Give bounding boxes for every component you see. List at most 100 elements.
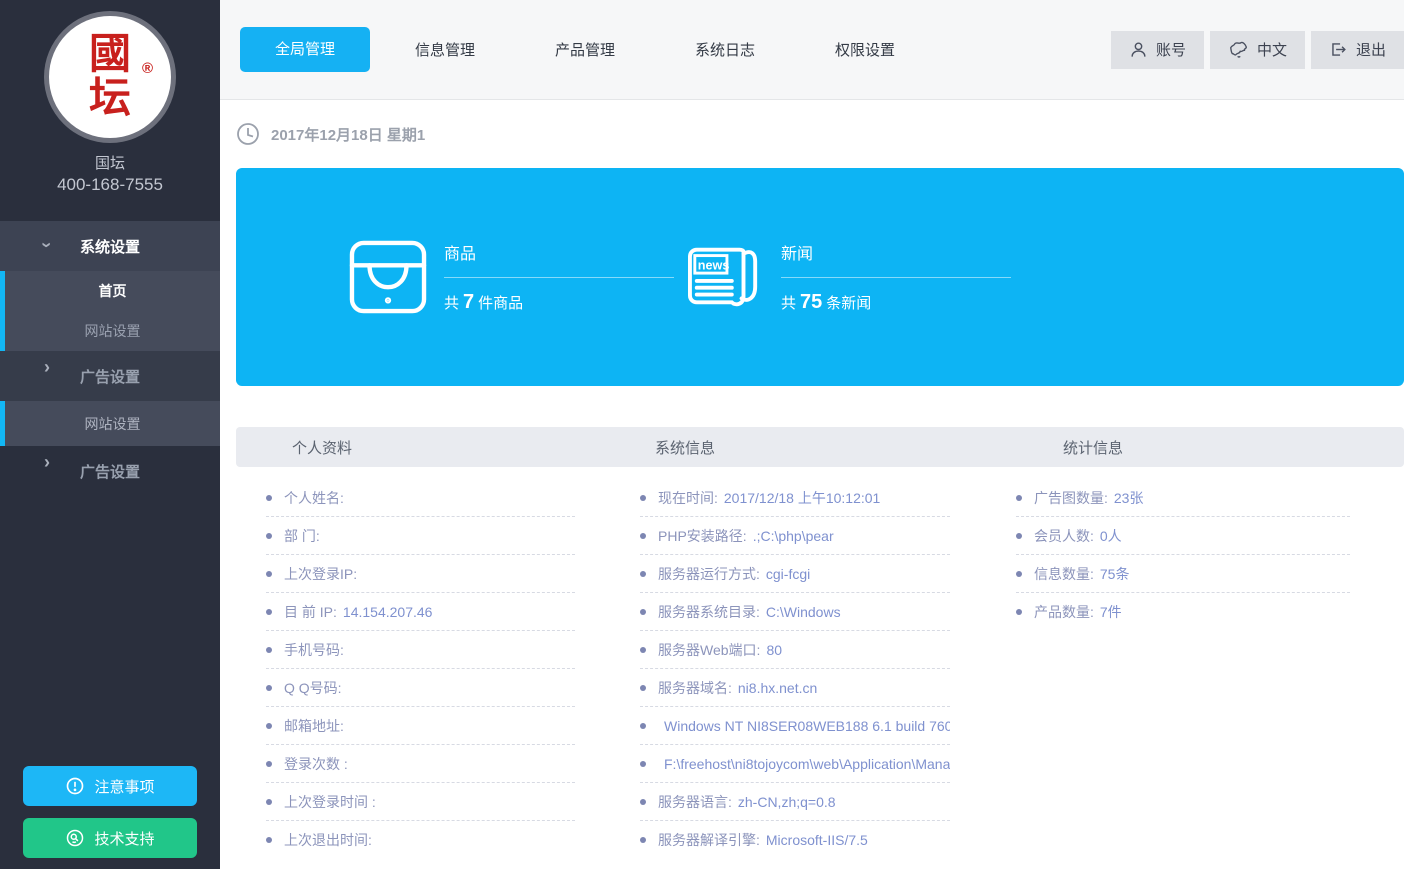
item-label: 产品数量: [1034,602,1094,622]
item-value: 23张 [1114,488,1144,508]
bullet-icon [640,761,646,767]
list-item: F:\freehost\ni8tojoycom\web\Application\… [640,745,950,783]
date-row: 2017年12月18日 星期1 [236,100,1404,168]
item-label: 服务器系统目录: [658,602,760,622]
logo-area: 國 坛 ® 国坛 400-168-7555 [0,0,220,195]
nav-tabs: 全局管理信息管理产品管理系统日志权限设置 [240,27,935,72]
content-area: 2017年12月18日 星期1 商品 共7件商品 [220,100,1404,869]
bullet-icon [266,837,272,843]
sidebar-item[interactable]: ›广告设置 [0,446,220,496]
brand-name: 国坛 [95,152,125,173]
item-label: 会员人数: [1034,526,1094,546]
account-button-label: 账号 [1156,39,1186,60]
item-label: 服务器语言: [658,792,732,812]
item-label: 上次登录IP: [284,564,357,584]
list-item: 服务器系统目录: C:\Windows [640,593,950,631]
bullet-icon [266,647,272,653]
list-item: 服务器Web端口:80 [640,631,950,669]
sidebar-item-label: 系统设置 [80,236,140,257]
bullet-icon [640,533,646,539]
support-button[interactable]: 技术支持 [23,818,197,858]
tab-item[interactable]: 产品管理 [515,39,655,60]
tab-active[interactable]: 全局管理 [240,27,370,72]
sidebar-item-label: 广告设置 [80,461,140,482]
logout-button[interactable]: 退出 [1311,31,1404,69]
bullet-icon [266,495,272,501]
sidebar-item[interactable]: ›广告设置 [0,351,220,401]
bullet-icon [640,609,646,615]
tab-item[interactable]: 权限设置 [795,39,935,60]
bullet-icon [266,571,272,577]
sidebar-item-label: 网站设置 [85,414,141,434]
item-label: 现在时间: [658,488,718,508]
news-stat-text: 新闻 共75条新闻 [781,240,1011,314]
item-value: 14.154.207.46 [343,604,433,620]
list-item: 会员人数:0人 [1016,517,1350,555]
list-item: 产品数量:7件 [1016,593,1350,631]
panel-column: 个人姓名:部 门:上次登录IP:目 前 IP:14.154.207.46手机号码… [236,467,610,859]
item-label: 上次退出时间: [284,830,372,850]
registered-mark: ® [142,60,153,77]
tab-item[interactable]: 信息管理 [375,39,515,60]
list-item: 服务器运行方式: cgi-fcgi [640,555,950,593]
panel-column: 广告图数量:23张会员人数:0人信息数量:75条产品数量:7件 [985,467,1404,859]
news-title: 新闻 [781,240,1011,278]
clock-icon [236,122,260,146]
stats-banner: 商品 共7件商品 news 新闻 [236,168,1404,386]
list-item: 服务器域名:ni8.hx.net.cn [640,669,950,707]
sidebar-item[interactable]: 网站设置 [0,401,220,446]
list-item: 上次登录IP: [266,555,575,593]
item-label: 邮箱地址: [284,716,344,736]
sidebar-item[interactable]: ›系统设置 [0,221,220,271]
list-item: 信息数量:75条 [1016,555,1350,593]
item-value: zh-CN,zh;q=0.8 [738,794,836,810]
sidebar-item[interactable]: 网站设置 [0,311,220,351]
logout-button-label: 退出 [1356,39,1386,60]
item-value: cgi-fcgi [766,566,810,582]
list-item: Windows NT NI8SER08WEB188 6.1 build 7601… [640,707,950,745]
language-button-label: 中文 [1257,39,1287,60]
logo-char-bottom: 坛 [89,77,131,121]
china-map-icon [1228,40,1249,59]
sidebar-item-label: 广告设置 [80,366,140,387]
bullet-icon [1016,609,1022,615]
goods-stat-text: 商品 共7件商品 [444,240,674,314]
top-navigation: 全局管理信息管理产品管理系统日志权限设置 账号 中文 [220,0,1404,100]
item-value: F:\freehost\ni8tojoycom\web\Application\… [664,756,950,772]
account-button[interactable]: 账号 [1111,31,1204,69]
bullet-icon [640,837,646,843]
notice-button[interactable]: 注意事项 [23,766,197,806]
exclamation-circle-icon [65,776,85,796]
list-item: 个人姓名: [266,479,575,517]
bullet-icon [266,799,272,805]
item-value: C:\Windows [766,604,841,620]
language-button[interactable]: 中文 [1210,31,1305,69]
item-label: 目 前 IP: [284,602,337,622]
topbar-right: 账号 中文 退出 [1105,31,1404,69]
bullet-icon [1016,571,1022,577]
bullet-icon [640,571,646,577]
bullet-icon [266,609,272,615]
sidebar: 國 坛 ® 国坛 400-168-7555 ›系统设置首页网站设置›广告设置网站… [0,0,220,869]
sidebar-item[interactable]: 首页 [0,271,220,311]
item-label: 服务器域名: [658,678,732,698]
user-icon [1129,40,1148,59]
news-stat: news 新闻 共75条新闻 [685,240,1022,314]
bullet-icon [266,533,272,539]
logo-char-top: 國 [89,33,131,77]
item-value: .;C:\php\pear [753,528,834,544]
shopping-bag-icon [348,240,428,314]
item-label: 手机号码: [284,640,344,660]
bullet-icon [640,723,646,729]
current-date: 2017年12月18日 星期1 [271,124,425,145]
list-item: 上次登录时间 : [266,783,575,821]
sidebar-item-label: 首页 [99,281,127,301]
brand-phone: 400-168-7555 [57,175,163,195]
item-label: 登录次数 : [284,754,348,774]
tab-item[interactable]: 系统日志 [655,39,795,60]
bullet-icon [640,495,646,501]
list-item: 服务器解译引擎:Microsoft-IIS/7.5 [640,821,950,859]
notice-button-label: 注意事项 [94,776,154,797]
item-label: 服务器运行方式: [658,564,760,584]
list-item: 目 前 IP: 14.154.207.46 [266,593,575,631]
